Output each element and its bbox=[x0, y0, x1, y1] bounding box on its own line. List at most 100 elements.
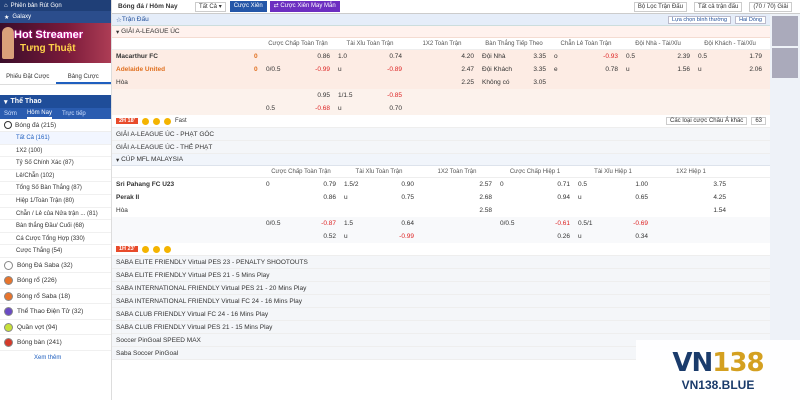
promo-thumb[interactable] bbox=[772, 48, 798, 78]
sidebar-bet-type[interactable]: Tỷ Số Chính Xác (87) bbox=[0, 157, 111, 170]
odds-cell[interactable]: 1.54 bbox=[652, 204, 730, 217]
odds-cell[interactable]: 0 0.79 bbox=[262, 178, 340, 191]
virtual-league[interactable]: SABA CLUB FRIENDLY Virtual PES 21 - 15 M… bbox=[112, 321, 770, 334]
tab-bet-slip[interactable]: Phiếu Đặt Cược bbox=[0, 69, 56, 84]
tab-today[interactable]: Hôm Nay bbox=[26, 108, 52, 119]
virtual-league[interactable]: SABA INTERNATIONAL FRIENDLY Virtual PES … bbox=[112, 282, 770, 295]
odds-cell[interactable]: 2.58 bbox=[418, 204, 496, 217]
odds-cell[interactable]: 0.94 bbox=[496, 191, 574, 204]
sidebar-bet-type[interactable]: Lẻ/Chẵn (102) bbox=[0, 170, 111, 183]
sidebar-bet-type[interactable]: Bàn thắng Đầu/ Cuối (68) bbox=[0, 220, 111, 233]
match-filter[interactable]: Bộ Lọc Trận Đấu bbox=[633, 1, 687, 12]
collapsed-league[interactable]: GIẢI A-LEAGUE ÚC - THẺ PHẠT bbox=[112, 141, 770, 154]
odds-cell[interactable]: 0.5 -0.68 bbox=[262, 102, 334, 115]
odds-cell[interactable]: 0.5 2.39 bbox=[622, 50, 694, 63]
sound-icon[interactable] bbox=[163, 245, 171, 253]
odds-cell[interactable] bbox=[406, 102, 478, 115]
odds-cell[interactable] bbox=[340, 204, 418, 217]
compact-version-link[interactable]: ⌂ Phiên bản Rút Gọn bbox=[0, 0, 111, 11]
sidebar-bet-type[interactable]: 1X2 (100) bbox=[0, 145, 111, 158]
odds-cell[interactable]: 3.75 bbox=[652, 178, 730, 191]
odds-cell[interactable] bbox=[334, 76, 406, 89]
odds-cell[interactable]: 1.5/2 0.90 bbox=[340, 178, 418, 191]
odds-cell[interactable]: Đội Nhà 3.35 bbox=[478, 50, 550, 63]
odds-cell[interactable] bbox=[406, 89, 478, 102]
other-asian-bets-select[interactable]: Các loại cược Châu Á khác bbox=[665, 117, 748, 125]
market-select[interactable]: Tất Cả ▾ bbox=[195, 1, 226, 12]
virtual-league[interactable]: SABA ELITE FRIENDLY Virtual PES 23 - PEN… bbox=[112, 256, 770, 269]
league-header[interactable]: ▾ GIẢI A-LEAGUE ÚC bbox=[112, 26, 770, 38]
odds-cell[interactable]: u 1.56 bbox=[622, 63, 694, 76]
odds-cell[interactable]: Không có 3.05 bbox=[478, 76, 550, 89]
league-count[interactable]: (70 / 70) Giải bbox=[749, 1, 792, 12]
odds-cell[interactable] bbox=[694, 76, 766, 89]
odds-cell[interactable]: 0.5 1.00 bbox=[574, 178, 652, 191]
tab-live[interactable]: Trực tiếp bbox=[62, 111, 86, 117]
stats-icon[interactable] bbox=[141, 117, 149, 125]
odds-cell[interactable]: e 0.78 bbox=[550, 63, 622, 76]
live-tv-icon[interactable] bbox=[152, 245, 160, 253]
sidebar-bet-type[interactable]: Chẵn / Lẻ của Nửa trận ... (81) bbox=[0, 208, 111, 221]
league-header[interactable]: ▾ CÚP MFL MALAYSIA bbox=[112, 154, 770, 166]
sidebar-bet-type[interactable]: Tất Cả (161) bbox=[0, 132, 111, 145]
odds-cell[interactable] bbox=[478, 102, 550, 115]
sidebar-sport-item[interactable]: Bóng rổ Saba (18) bbox=[0, 289, 111, 305]
collapsed-league[interactable]: GIẢI A-LEAGUE ÚC - PHẠT GÓC bbox=[112, 128, 770, 141]
see-more-link[interactable]: Xem thêm bbox=[0, 355, 111, 361]
odds-cell[interactable]: 0/0.5 -0.99 bbox=[262, 63, 334, 76]
market-count[interactable]: 63 bbox=[751, 117, 766, 125]
odds-cell[interactable] bbox=[418, 217, 496, 230]
odds-cell[interactable]: 0 0.71 bbox=[496, 178, 574, 191]
odds-cell[interactable]: 0/0.5 -0.61 bbox=[496, 217, 574, 230]
odds-cell[interactable]: 4.20 bbox=[406, 50, 478, 63]
odds-cell[interactable]: 2.68 bbox=[418, 191, 496, 204]
odds-cell[interactable] bbox=[622, 76, 694, 89]
odds-cell[interactable]: u 0.70 bbox=[334, 102, 406, 115]
virtual-league[interactable]: SABA ELITE FRIENDLY Virtual PES 21 - 5 M… bbox=[112, 269, 770, 282]
sidebar-sport-item[interactable]: Bóng rổ (226) bbox=[0, 273, 111, 289]
sidebar-sport-item[interactable]: Bóng Đá Saba (32) bbox=[0, 258, 111, 274]
virtual-league[interactable]: SABA INTERNATIONAL FRIENDLY Virtual FC 2… bbox=[112, 295, 770, 308]
odds-cell[interactable] bbox=[478, 89, 550, 102]
odds-cell[interactable] bbox=[652, 230, 730, 243]
parlay-button[interactable]: Cược Xiên bbox=[229, 1, 267, 12]
sidebar-bet-type[interactable]: Cược Thắng (54) bbox=[0, 245, 111, 258]
odds-cell[interactable]: Đội Khách 3.35 bbox=[478, 63, 550, 76]
sports-section-header[interactable]: ▾ Thể Thao bbox=[0, 95, 111, 108]
odds-cell[interactable]: 2.57 bbox=[418, 178, 496, 191]
odds-cell[interactable]: u 0.75 bbox=[340, 191, 418, 204]
odds-cell[interactable]: u -0.99 bbox=[340, 230, 418, 243]
odds-cell[interactable]: 0.95 bbox=[262, 89, 334, 102]
all-matches-select[interactable]: Tất cả trận đấu bbox=[693, 1, 743, 12]
odds-cell[interactable]: 0.52 bbox=[262, 230, 340, 243]
odds-cell[interactable]: u -0.89 bbox=[334, 63, 406, 76]
sidebar-sport-item[interactable]: Quần vợt (94) bbox=[0, 320, 111, 336]
odds-cell[interactable] bbox=[418, 230, 496, 243]
odds-cell[interactable] bbox=[622, 102, 694, 115]
odds-cell[interactable]: u 2.06 bbox=[694, 63, 766, 76]
stats-icon[interactable] bbox=[141, 245, 149, 253]
odds-cell[interactable]: u 0.34 bbox=[574, 230, 652, 243]
odds-cell[interactable]: 0/0.5 -0.87 bbox=[262, 217, 340, 230]
odds-cell[interactable]: 0.5 1.79 bbox=[694, 50, 766, 63]
sidebar-bet-type[interactable]: Hiệp 1/Toàn Trận (80) bbox=[0, 195, 111, 208]
virtual-league[interactable]: SABA CLUB FRIENDLY Virtual FC 24 - 16 Mi… bbox=[112, 308, 770, 321]
sort-select[interactable]: Lựa chọn bình thường bbox=[668, 15, 732, 24]
promo-banner[interactable]: Hot Streamer Tưng Thuật bbox=[0, 23, 111, 63]
sidebar-sport-item[interactable]: Thể Thao Điện Tử (32) bbox=[0, 304, 111, 320]
odds-cell[interactable] bbox=[622, 89, 694, 102]
promo-thumb[interactable] bbox=[772, 16, 798, 46]
odds-cell[interactable] bbox=[262, 76, 334, 89]
odds-cell[interactable]: 0.5/1 -0.69 bbox=[574, 217, 652, 230]
odds-cell[interactable] bbox=[574, 204, 652, 217]
fast-bet-link[interactable]: Fast bbox=[175, 118, 187, 124]
sidebar-sport-item[interactable]: Bóng bàn (241) bbox=[0, 335, 111, 351]
odds-view-select[interactable]: Hai Dòng bbox=[735, 15, 766, 24]
odds-cell[interactable]: 0.26 bbox=[496, 230, 574, 243]
odds-cell[interactable]: u 0.65 bbox=[574, 191, 652, 204]
odds-cell[interactable] bbox=[550, 89, 622, 102]
odds-cell[interactable] bbox=[694, 89, 766, 102]
odds-cell[interactable]: 1/1.5 -0.85 bbox=[334, 89, 406, 102]
odds-cell[interactable]: 4.25 bbox=[652, 191, 730, 204]
odds-cell[interactable] bbox=[550, 76, 622, 89]
